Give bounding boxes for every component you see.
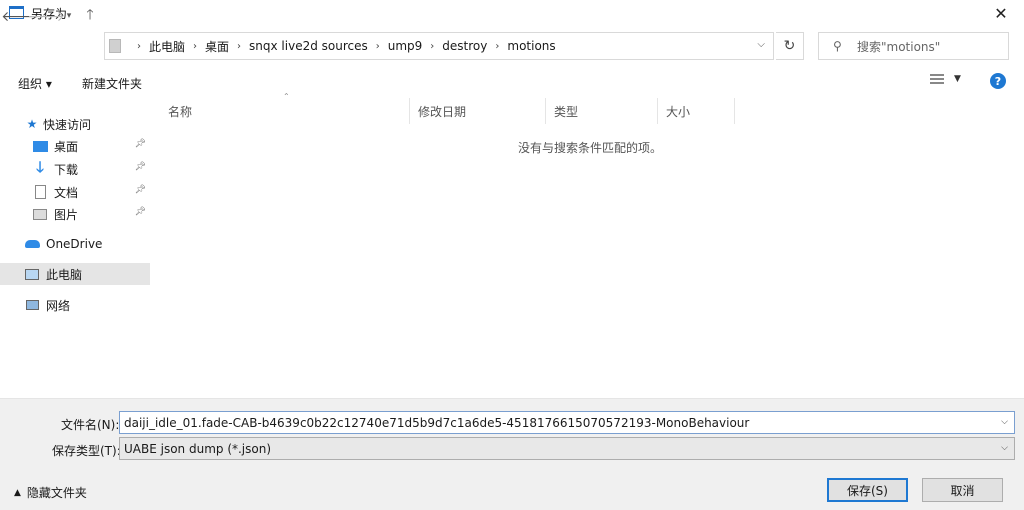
organize-button[interactable]: 组织 ▾ — [18, 75, 52, 92]
search-box[interactable]: ⚲ 搜索"motions" — [818, 32, 1009, 60]
sidebar-item-documents[interactable]: 文档 📌︎ — [32, 181, 150, 203]
save-button[interactable]: 保存(S) — [827, 478, 908, 502]
sidebar-item-this-pc[interactable]: 此电脑 — [0, 263, 150, 285]
filetype-dropdown-chevron-icon[interactable]: ⌵ — [1001, 443, 1008, 453]
filetype-label: 保存类型(T): — [52, 444, 121, 458]
new-folder-button[interactable]: 新建文件夹 — [82, 75, 142, 92]
column-header-name[interactable]: 名称 — [160, 98, 410, 124]
download-icon: 🡓 — [36, 157, 44, 176]
filetype-value: UABE json dump (*.json) — [124, 441, 272, 456]
star-icon: ★ — [26, 117, 38, 131]
chevron-right-icon: › — [237, 40, 242, 52]
navigation-pane: ★ 快速访问 桌面 📌︎ 🡓 下载 📌︎ 文档 📌︎ 图片 📌︎ OneDriv… — [0, 96, 150, 398]
breadcrumb: › 此电脑 › 桌面 › snqx live2d sources › ump9 … — [129, 38, 556, 55]
sidebar-item-label: 网络 — [46, 298, 71, 313]
filename-value: daiji_idle_01.fade-CAB-b4639c0b22c12740e… — [124, 415, 750, 430]
search-input[interactable]: 搜索"motions" — [857, 38, 940, 55]
filetype-select[interactable]: UABE json dump (*.json) ⌵ — [119, 437, 1015, 460]
sidebar-item-label: 快速访问 — [43, 117, 92, 132]
sidebar-item-label: 文档 — [54, 185, 79, 200]
hide-folders-label: 隐藏文件夹 — [26, 486, 87, 500]
breadcrumb-item[interactable]: snqx live2d sources — [249, 39, 368, 53]
network-icon — [24, 298, 40, 312]
title-bar: 另存为 ✕ — [0, 0, 1024, 26]
filename-label: 文件名(N): — [61, 418, 120, 432]
forward-button[interactable]: 🡒 — [27, 6, 65, 26]
breadcrumb-item[interactable]: 桌面 — [205, 38, 229, 55]
computer-icon — [24, 267, 40, 281]
sidebar-item-label: 下载 — [54, 162, 79, 177]
chevron-right-icon: › — [495, 40, 500, 52]
up-button[interactable]: 🡑 — [80, 6, 100, 26]
recent-locations-chevron-icon[interactable]: ▾ — [62, 6, 76, 26]
close-button[interactable]: ✕ — [978, 0, 1024, 26]
breadcrumb-item[interactable]: destroy — [442, 39, 487, 53]
sidebar-item-network[interactable]: 网络 — [24, 294, 70, 316]
command-bar — [0, 70, 1024, 94]
cancel-button[interactable]: 取消 — [922, 478, 1003, 502]
search-icon: ⚲ — [833, 39, 842, 53]
hide-folders-toggle[interactable]: ▲ 隐藏文件夹 — [14, 484, 87, 501]
filename-field[interactable]: daiji_idle_01.fade-CAB-b4639c0b22c12740e… — [119, 411, 1015, 434]
address-bar[interactable]: › 此电脑 › 桌面 › snqx live2d sources › ump9 … — [104, 32, 774, 60]
chevron-right-icon: › — [375, 40, 380, 52]
document-icon — [32, 185, 48, 199]
sidebar-item-label: 桌面 — [54, 139, 79, 154]
pin-icon: 📌︎ — [134, 139, 146, 149]
sidebar-item-quick-access[interactable]: ★ 快速访问 — [26, 113, 91, 135]
cloud-icon — [24, 237, 40, 251]
chevron-right-icon: › — [137, 40, 141, 52]
breadcrumb-item[interactable]: ump9 — [388, 39, 423, 53]
column-header-date-modified[interactable]: 修改日期 — [410, 98, 546, 124]
location-icon — [109, 39, 121, 53]
sidebar-item-label: OneDrive — [46, 237, 103, 251]
empty-folder-message: 没有与搜索条件匹配的项。 — [518, 141, 663, 155]
view-options-icon[interactable] — [930, 74, 944, 86]
chevron-right-icon: › — [193, 40, 198, 52]
breadcrumb-item[interactable]: motions — [507, 39, 555, 53]
column-headers: 名称 修改日期 类型 大小 — [160, 98, 760, 124]
pin-icon: 📌︎ — [134, 162, 146, 172]
chevron-up-icon: ▲ — [14, 487, 21, 498]
sidebar-item-label: 图片 — [54, 207, 79, 222]
chevron-right-icon: › — [430, 40, 435, 52]
pin-icon: 📌︎ — [134, 207, 146, 217]
picture-icon — [32, 207, 48, 221]
breadcrumb-item[interactable]: 此电脑 — [149, 38, 185, 55]
help-icon[interactable]: ? — [990, 73, 1006, 89]
column-header-type[interactable]: 类型 — [546, 98, 658, 124]
filename-dropdown-chevron-icon[interactable]: ⌵ — [1001, 417, 1008, 427]
pin-icon: 📌︎ — [134, 185, 146, 195]
sidebar-item-pictures[interactable]: 图片 📌︎ — [32, 203, 150, 225]
column-header-size[interactable]: 大小 — [658, 98, 735, 124]
address-dropdown-chevron-icon[interactable]: ⌵ — [757, 39, 765, 50]
sidebar-item-downloads[interactable]: 🡓 下载 📌︎ — [32, 158, 150, 180]
view-dropdown-chevron-icon[interactable]: ▼ — [954, 74, 961, 84]
refresh-button[interactable]: ↻ — [776, 32, 804, 60]
sidebar-item-onedrive[interactable]: OneDrive — [24, 233, 102, 255]
sidebar-item-label: 此电脑 — [46, 267, 83, 282]
desktop-icon — [32, 139, 48, 153]
sidebar-item-desktop[interactable]: 桌面 📌︎ — [32, 135, 150, 157]
